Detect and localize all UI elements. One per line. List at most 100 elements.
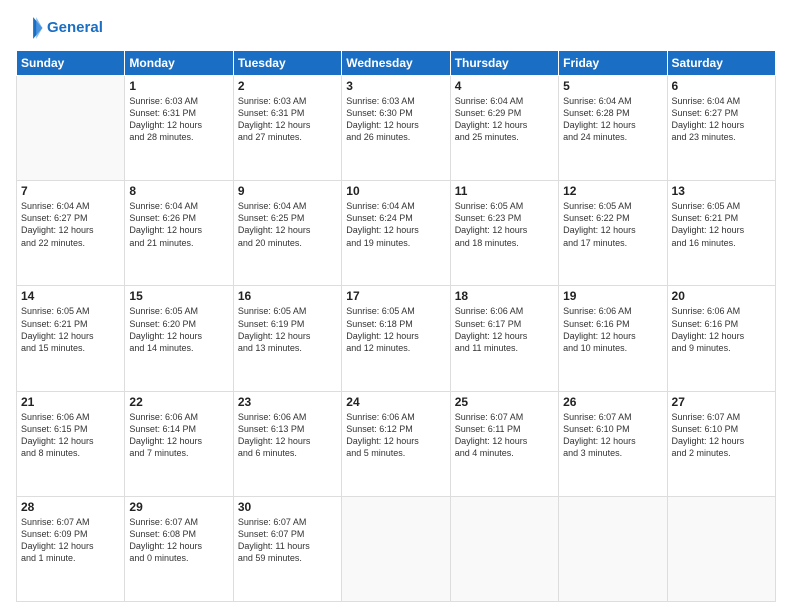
day-cell: 8 Sunrise: 6:04 AM Sunset: 6:26 PM Daylig… (125, 181, 233, 286)
page: General SundayMondayTuesdayWednesdayThur… (0, 0, 792, 612)
day-cell: 22Sunrise: 6:06 AM Sunset: 6:14 PM Dayli… (125, 391, 233, 496)
day-number: 16 (238, 289, 337, 303)
day-number: 19 (563, 289, 662, 303)
day-cell: 3 Sunrise: 6:03 AM Sunset: 6:30 PM Daylig… (342, 76, 450, 181)
weekday-header-tuesday: Tuesday (233, 51, 341, 76)
week-row-2: 7 Sunrise: 6:04 AM Sunset: 6:27 PM Daylig… (17, 181, 776, 286)
day-number: 4 (455, 79, 554, 93)
day-number: 2 (238, 79, 337, 93)
cell-info: Sunrise: 6:05 AM Sunset: 6:21 PM Dayligh… (672, 200, 771, 249)
day-cell: 29 Sunrise: 6:07 AM Sunset: 6:08 PM Dayli… (125, 496, 233, 601)
cell-info: Sunrise: 6:03 AM Sunset: 6:30 PM Dayligh… (346, 95, 445, 144)
day-cell: 23 Sunrise: 6:06 AM Sunset: 6:13 PM Dayli… (233, 391, 341, 496)
weekday-header-thursday: Thursday (450, 51, 558, 76)
day-number: 27 (672, 395, 771, 409)
day-cell: 21 Sunrise: 6:06 AM Sunset: 6:15 PM Dayli… (17, 391, 125, 496)
day-number: 11 (455, 184, 554, 198)
day-cell: 30 Sunrise: 6:07 AM Sunset: 6:07 PM Dayli… (233, 496, 341, 601)
day-cell: 28 Sunrise: 6:07 AM Sunset: 6:09 PM Dayli… (17, 496, 125, 601)
day-number: 1 (129, 79, 228, 93)
week-row-5: 28 Sunrise: 6:07 AM Sunset: 6:09 PM Dayli… (17, 496, 776, 601)
weekday-header-wednesday: Wednesday (342, 51, 450, 76)
weekday-header-sunday: Sunday (17, 51, 125, 76)
day-cell: 19Sunrise: 6:06 AM Sunset: 6:16 PM Dayli… (559, 286, 667, 391)
header: General (16, 14, 776, 42)
day-cell: 17 Sunrise: 6:05 AM Sunset: 6:18 PM Dayli… (342, 286, 450, 391)
cell-info: Sunrise: 6:04 AM Sunset: 6:27 PM Dayligh… (672, 95, 771, 144)
day-number: 14 (21, 289, 120, 303)
day-cell (559, 496, 667, 601)
day-cell (450, 496, 558, 601)
day-cell: 16 Sunrise: 6:05 AM Sunset: 6:19 PM Dayli… (233, 286, 341, 391)
cell-info: Sunrise: 6:07 AM Sunset: 6:08 PM Dayligh… (129, 516, 228, 565)
day-cell: 4 Sunrise: 6:04 AM Sunset: 6:29 PM Daylig… (450, 76, 558, 181)
week-row-4: 21 Sunrise: 6:06 AM Sunset: 6:15 PM Dayli… (17, 391, 776, 496)
day-number: 24 (346, 395, 445, 409)
cell-info: Sunrise: 6:04 AM Sunset: 6:25 PM Dayligh… (238, 200, 337, 249)
cell-info: Sunrise: 6:05 AM Sunset: 6:20 PM Dayligh… (129, 305, 228, 354)
day-number: 5 (563, 79, 662, 93)
cell-info: Sunrise: 6:05 AM Sunset: 6:18 PM Dayligh… (346, 305, 445, 354)
logo: General (16, 14, 103, 42)
cell-info: Sunrise: 6:06 AM Sunset: 6:17 PM Dayligh… (455, 305, 554, 354)
day-number: 10 (346, 184, 445, 198)
day-number: 3 (346, 79, 445, 93)
day-cell: 1 Sunrise: 6:03 AM Sunset: 6:31 PM Daylig… (125, 76, 233, 181)
day-number: 25 (455, 395, 554, 409)
day-number: 22 (129, 395, 228, 409)
cell-info: Sunrise: 6:03 AM Sunset: 6:31 PM Dayligh… (129, 95, 228, 144)
day-number: 18 (455, 289, 554, 303)
day-number: 23 (238, 395, 337, 409)
cell-info: Sunrise: 6:05 AM Sunset: 6:23 PM Dayligh… (455, 200, 554, 249)
cell-info: Sunrise: 6:07 AM Sunset: 6:09 PM Dayligh… (21, 516, 120, 565)
cell-info: Sunrise: 6:05 AM Sunset: 6:19 PM Dayligh… (238, 305, 337, 354)
day-cell: 13 Sunrise: 6:05 AM Sunset: 6:21 PM Dayli… (667, 181, 775, 286)
day-number: 13 (672, 184, 771, 198)
day-number: 7 (21, 184, 120, 198)
day-cell: 2 Sunrise: 6:03 AM Sunset: 6:31 PM Daylig… (233, 76, 341, 181)
day-cell (342, 496, 450, 601)
cell-info: Sunrise: 6:06 AM Sunset: 6:12 PM Dayligh… (346, 411, 445, 460)
cell-info: Sunrise: 6:06 AM Sunset: 6:16 PM Dayligh… (672, 305, 771, 354)
cell-info: Sunrise: 6:04 AM Sunset: 6:27 PM Dayligh… (21, 200, 120, 249)
day-number: 6 (672, 79, 771, 93)
cell-info: Sunrise: 6:04 AM Sunset: 6:28 PM Dayligh… (563, 95, 662, 144)
day-cell: 10 Sunrise: 6:04 AM Sunset: 6:24 PM Dayli… (342, 181, 450, 286)
day-number: 29 (129, 500, 228, 514)
cell-info: Sunrise: 6:03 AM Sunset: 6:31 PM Dayligh… (238, 95, 337, 144)
day-number: 12 (563, 184, 662, 198)
day-number: 20 (672, 289, 771, 303)
day-number: 8 (129, 184, 228, 198)
logo-line1: General (47, 19, 103, 36)
day-cell: 12 Sunrise: 6:05 AM Sunset: 6:22 PM Dayli… (559, 181, 667, 286)
day-cell: 18 Sunrise: 6:06 AM Sunset: 6:17 PM Dayli… (450, 286, 558, 391)
day-cell: 6 Sunrise: 6:04 AM Sunset: 6:27 PM Daylig… (667, 76, 775, 181)
day-cell: 20 Sunrise: 6:06 AM Sunset: 6:16 PM Dayli… (667, 286, 775, 391)
day-number: 17 (346, 289, 445, 303)
cell-info: Sunrise: 6:07 AM Sunset: 6:07 PM Dayligh… (238, 516, 337, 565)
cell-info: Sunrise: 6:04 AM Sunset: 6:24 PM Dayligh… (346, 200, 445, 249)
day-number: 21 (21, 395, 120, 409)
day-cell: 11 Sunrise: 6:05 AM Sunset: 6:23 PM Dayli… (450, 181, 558, 286)
cell-info: Sunrise: 6:04 AM Sunset: 6:29 PM Dayligh… (455, 95, 554, 144)
week-row-1: 1 Sunrise: 6:03 AM Sunset: 6:31 PM Daylig… (17, 76, 776, 181)
day-number: 28 (21, 500, 120, 514)
cell-info: Sunrise: 6:07 AM Sunset: 6:10 PM Dayligh… (563, 411, 662, 460)
cell-info: Sunrise: 6:06 AM Sunset: 6:15 PM Dayligh… (21, 411, 120, 460)
day-cell: 7 Sunrise: 6:04 AM Sunset: 6:27 PM Daylig… (17, 181, 125, 286)
weekday-header-saturday: Saturday (667, 51, 775, 76)
weekday-header-friday: Friday (559, 51, 667, 76)
day-number: 30 (238, 500, 337, 514)
cell-info: Sunrise: 6:04 AM Sunset: 6:26 PM Dayligh… (129, 200, 228, 249)
day-cell: 27Sunrise: 6:07 AM Sunset: 6:10 PM Dayli… (667, 391, 775, 496)
day-cell: 9 Sunrise: 6:04 AM Sunset: 6:25 PM Daylig… (233, 181, 341, 286)
day-cell (667, 496, 775, 601)
cell-info: Sunrise: 6:05 AM Sunset: 6:22 PM Dayligh… (563, 200, 662, 249)
day-cell: 5 Sunrise: 6:04 AM Sunset: 6:28 PM Daylig… (559, 76, 667, 181)
day-number: 9 (238, 184, 337, 198)
day-number: 26 (563, 395, 662, 409)
logo-icon (16, 14, 44, 42)
cell-info: Sunrise: 6:06 AM Sunset: 6:13 PM Dayligh… (238, 411, 337, 460)
day-number: 15 (129, 289, 228, 303)
day-cell: 14Sunrise: 6:05 AM Sunset: 6:21 PM Dayli… (17, 286, 125, 391)
